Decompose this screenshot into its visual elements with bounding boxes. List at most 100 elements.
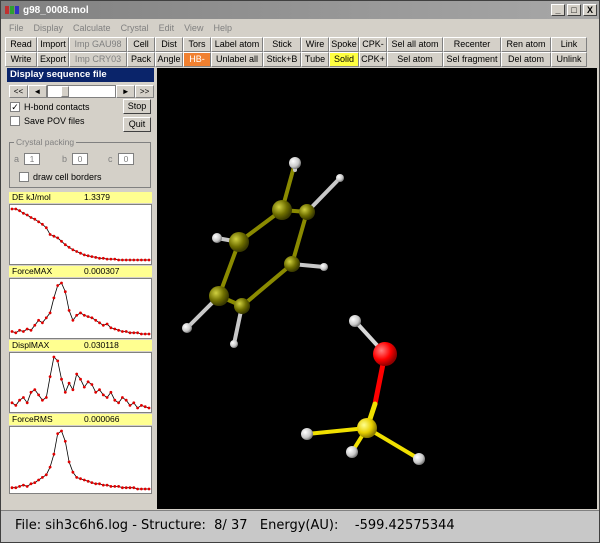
toolbar-button-label-atom[interactable]: Label atom: [211, 37, 263, 52]
hydrogen-atom[interactable]: [182, 323, 192, 333]
data-point: [14, 331, 18, 335]
molecule-viewport[interactable]: [157, 68, 597, 509]
carbon-atom[interactable]: [272, 200, 292, 220]
maximize-button[interactable]: □: [567, 4, 581, 16]
toolbar-button-sel-fragment[interactable]: Sel fragment: [443, 52, 501, 67]
forcemax-value: 0.000307: [84, 266, 120, 276]
toolbar-button-hb-minus[interactable]: HB-: [183, 52, 211, 67]
data-point: [121, 396, 124, 399]
molecule-view[interactable]: [157, 68, 597, 509]
save-pov-checkbox[interactable]: [10, 116, 20, 126]
toolbar-button-pack[interactable]: Pack: [127, 52, 155, 67]
minimize-button[interactable]: _: [551, 4, 565, 16]
data-point: [101, 393, 105, 397]
toolbar-button-cpk-minus[interactable]: CPK-: [359, 37, 387, 52]
hydrogen-atom[interactable]: [413, 453, 425, 465]
hydrogen-atom[interactable]: [349, 315, 361, 327]
hbond-contacts-checkbox[interactable]: ✓: [10, 102, 20, 112]
a-input[interactable]: 1: [24, 153, 40, 165]
data-point: [79, 311, 82, 315]
toolbar-button-solid[interactable]: Solid: [329, 52, 359, 67]
stop-button[interactable]: Stop: [123, 99, 151, 114]
toolbar-button-unlink[interactable]: Unlink: [551, 52, 587, 67]
close-button[interactable]: X: [583, 4, 597, 16]
menu-edit[interactable]: Edit: [154, 23, 180, 33]
hbond-contacts-option[interactable]: ✓ H-bond contacts: [7, 100, 122, 114]
c-input[interactable]: 0: [118, 153, 134, 165]
next-frame-button[interactable]: ►: [116, 84, 136, 98]
toolbar-button-read[interactable]: Read: [5, 37, 37, 52]
toolbar-button-cell[interactable]: Cell: [127, 37, 155, 52]
toolbar-button-unlabel-all[interactable]: Unlabel all: [211, 52, 263, 67]
toolbar-button-tube[interactable]: Tube: [301, 52, 329, 67]
data-point: [147, 332, 151, 336]
quit-button[interactable]: Quit: [123, 117, 151, 132]
data-point: [25, 401, 29, 405]
menu-calculate[interactable]: Calculate: [68, 23, 116, 33]
toolbar-button-imp-cry03[interactable]: Imp CRY03: [69, 52, 127, 67]
cell-borders-checkbox[interactable]: [19, 172, 29, 182]
forcemax-metric: ForceMAX 0.000307: [9, 266, 152, 277]
toolbar-button-recenter[interactable]: Recenter: [443, 37, 501, 52]
hydrogen-atom[interactable]: [336, 174, 344, 182]
structure-value: 8/ 37: [214, 518, 248, 533]
menu-view[interactable]: View: [179, 23, 208, 33]
toolbar-button-wire[interactable]: Wire: [301, 37, 329, 52]
forcemax-label: ForceMAX: [12, 266, 53, 276]
data-point: [113, 257, 117, 261]
oxygen-atom[interactable]: [373, 342, 397, 366]
hydrogen-atom[interactable]: [289, 157, 301, 169]
toolbar-button-tors[interactable]: Tors: [183, 37, 211, 52]
toolbar-button-del-atom[interactable]: Del atom: [501, 52, 551, 67]
hydrogen-atom[interactable]: [346, 446, 358, 458]
carbon-atom[interactable]: [299, 204, 315, 220]
menu-crystal[interactable]: Crystal: [116, 23, 154, 33]
b-input[interactable]: 0: [72, 153, 88, 165]
save-pov-option[interactable]: Save POV files: [7, 114, 122, 128]
data-point: [33, 217, 37, 221]
toolbar-button-import[interactable]: Import: [37, 37, 69, 52]
hydrogen-atom[interactable]: [301, 428, 313, 440]
toolbar-button-imp-gau98[interactable]: Imp GAU98: [69, 37, 127, 52]
toolbar-button-stick-b[interactable]: Stick+B: [263, 52, 301, 67]
data-point: [56, 236, 60, 240]
toolbar-button-spoke[interactable]: Spoke: [329, 37, 359, 52]
hydrogen-atom[interactable]: [230, 340, 238, 348]
toolbar-button-ren-atom[interactable]: Ren atom: [501, 37, 551, 52]
cell-borders-label: draw cell borders: [33, 172, 102, 182]
hydrogen-atom[interactable]: [212, 233, 222, 243]
toolbar-button-link[interactable]: Link: [551, 37, 587, 52]
toolbar-button-dist[interactable]: Dist: [155, 37, 183, 52]
data-point: [94, 390, 98, 394]
prev-frame-button[interactable]: ◄: [27, 84, 47, 98]
menu-help[interactable]: Help: [208, 23, 237, 33]
data-point: [41, 321, 44, 325]
carbon-atom[interactable]: [209, 286, 229, 306]
frame-slider-thumb[interactable]: [60, 85, 69, 97]
toolbar-button-cpk-plus[interactable]: CPK+: [359, 52, 387, 67]
carbon-atom[interactable]: [234, 298, 250, 314]
hydrogen-atom[interactable]: [320, 263, 328, 271]
toolbar-button-sel-atom[interactable]: Sel atom: [387, 52, 443, 67]
frame-slider[interactable]: [46, 84, 117, 98]
toolbar-button-stick[interactable]: Stick: [263, 37, 301, 52]
data-point: [41, 222, 44, 226]
cell-borders-option[interactable]: draw cell borders: [16, 170, 102, 184]
data-point: [56, 432, 60, 435]
carbon-atom[interactable]: [229, 232, 249, 252]
carbon-atom[interactable]: [284, 256, 300, 272]
energy-label: Energy(AU):: [259, 518, 339, 533]
menu-file[interactable]: File: [4, 23, 29, 33]
menu-display[interactable]: Display: [29, 23, 69, 33]
data-point: [128, 258, 132, 262]
silicon-atom[interactable]: [357, 418, 377, 438]
toolbar-button-sel-all-atom[interactable]: Sel all atom: [387, 37, 443, 52]
toolbar-button-export[interactable]: Export: [37, 52, 69, 67]
data-point: [86, 254, 90, 258]
panel-title: Display sequence file: [7, 68, 154, 82]
toolbar-button-write[interactable]: Write: [5, 52, 37, 67]
first-frame-button[interactable]: <<: [9, 84, 28, 98]
last-frame-button[interactable]: >>: [135, 84, 154, 98]
toolbar-button-angle[interactable]: Angle: [155, 52, 183, 67]
data-point: [136, 406, 139, 410]
